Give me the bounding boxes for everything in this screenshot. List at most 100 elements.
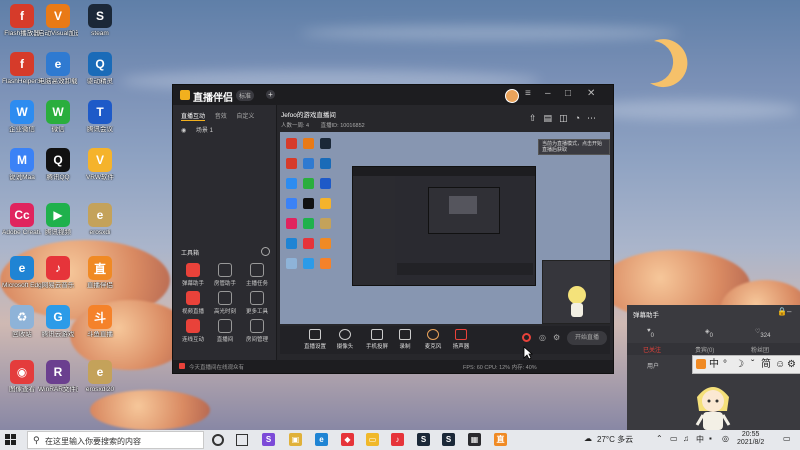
- tool-danmu-assistant[interactable]: 弹幕助手: [178, 263, 208, 287]
- ime-moon-icon[interactable]: ☽: [735, 356, 744, 373]
- more-icon[interactable]: ⋯: [587, 113, 603, 123]
- desktop-icon[interactable]: V 启动Visual加速: [38, 4, 78, 37]
- tab-live-interaction[interactable]: 直播互动: [181, 114, 206, 121]
- taskbar-app-dark[interactable]: ▦: [468, 433, 481, 446]
- volume-icon[interactable]: ♫: [683, 434, 689, 443]
- lock-icon[interactable]: 🔒: [777, 307, 787, 316]
- share-icon[interactable]: ⇧: [529, 113, 544, 123]
- info-icon[interactable]: ◎: [539, 333, 546, 342]
- tray-app-icon[interactable]: ▪: [709, 434, 712, 443]
- minimize-icon[interactable]: –: [787, 307, 791, 316]
- desktop-icon[interactable]: e 电脑高效卸载: [38, 52, 78, 85]
- ime-lang-indicator[interactable]: 中: [696, 434, 704, 445]
- taskbar-music-icon[interactable]: ♪: [391, 433, 404, 446]
- gear-icon[interactable]: ⚙: [553, 333, 560, 342]
- add-icon[interactable]: +: [266, 90, 275, 99]
- camera-button[interactable]: 摄像头: [332, 329, 358, 350]
- desktop-icon[interactable]: T 腾讯会议: [80, 100, 120, 133]
- tab-fan-club[interactable]: 粉丝团: [751, 345, 769, 354]
- speaker-button[interactable]: 扬声器: [448, 329, 474, 350]
- weather-icon[interactable]: ☁: [584, 434, 592, 443]
- maximize-icon[interactable]: □: [565, 88, 571, 99]
- live-settings-button[interactable]: 直播设置: [302, 329, 328, 350]
- desktop-icon[interactable]: Q 驱动精灵: [80, 52, 120, 85]
- taskbar-steam2-icon[interactable]: S: [442, 433, 455, 446]
- taskbar-app-red[interactable]: ◆: [341, 433, 354, 446]
- taskbar-edge-icon[interactable]: e: [315, 433, 328, 446]
- taskbar-steam-icon[interactable]: S: [417, 433, 430, 446]
- taskbar-store-icon[interactable]: ▣: [289, 433, 302, 446]
- desktop-icon[interactable]: ◉ 图像查看: [2, 360, 42, 393]
- bell-icon[interactable]: ◔: [575, 113, 587, 123]
- ime-simplified[interactable]: 简: [761, 356, 771, 373]
- tool-streamer-tasks[interactable]: 主播任务: [242, 263, 272, 287]
- cortana-icon[interactable]: [212, 434, 224, 446]
- tray-expand-icon[interactable]: ⌃: [656, 434, 663, 443]
- menu-icon[interactable]: ≡: [525, 88, 531, 99]
- scene-row[interactable]: ◉ 场景 1: [181, 125, 213, 134]
- taskbar-app-s[interactable]: S: [262, 433, 275, 446]
- user-avatar[interactable]: [505, 89, 519, 103]
- phone-cast-button[interactable]: 手机投屏: [364, 329, 390, 350]
- tab-following[interactable]: 已关注: [643, 345, 661, 354]
- desktop-icon[interactable]: W 企业微信: [2, 100, 42, 133]
- ime-toolbar[interactable]: 中 ° ☽ ˇ 简 ☺ ⚙: [692, 355, 800, 374]
- taskbar-search[interactable]: ⚲ 在这里输入你要搜索的内容: [27, 431, 204, 449]
- desktop-icon[interactable]: M 说说Maa: [2, 148, 42, 181]
- desktop-icon[interactable]: ♻ 回收站: [2, 305, 42, 338]
- ime-settings-icon[interactable]: ⚙: [787, 356, 796, 373]
- desktop-icon[interactable]: Q 腾讯QQ: [38, 148, 78, 181]
- tool-more[interactable]: 更多工具: [242, 291, 272, 315]
- close-icon[interactable]: ✕: [587, 88, 595, 99]
- tab-sound[interactable]: 音效: [215, 114, 227, 120]
- tool-room-manager[interactable]: 房管助手: [210, 263, 240, 287]
- desktop-icon[interactable]: 斗斗鱼直播: [80, 305, 120, 338]
- toolbox-settings-icon[interactable]: [261, 247, 270, 256]
- desktop-icon[interactable]: Ssteam: [80, 4, 120, 37]
- layout-icon[interactable]: ◫: [559, 113, 575, 123]
- eye-icon[interactable]: ◉: [181, 128, 186, 134]
- weather-text[interactable]: 27°C 多云: [597, 434, 633, 445]
- desktop-icon[interactable]: Cc Adobe Creati...: [2, 203, 42, 236]
- ime-tone-icon[interactable]: ˇ: [751, 356, 754, 373]
- desktop-icon[interactable]: e erosxdi: [80, 203, 120, 236]
- desktop-icon[interactable]: W 微信: [38, 100, 78, 133]
- tool-highlight[interactable]: 高光时刻: [210, 291, 240, 315]
- desktop-icon[interactable]: e erosxdi20: [80, 360, 120, 393]
- ime-punct-icon[interactable]: °: [723, 356, 727, 373]
- desktop-icon[interactable]: 直直播伴侣: [80, 256, 120, 289]
- windows-start-icon[interactable]: [5, 434, 16, 445]
- tab-custom[interactable]: 自定义: [236, 114, 254, 120]
- taskbar-explorer-icon[interactable]: ▭: [366, 433, 379, 446]
- chart-icon[interactable]: ▤: [544, 113, 560, 123]
- start-live-button[interactable]: 开始直播: [567, 331, 607, 345]
- tool-room-settings[interactable]: 房间管理: [242, 319, 272, 343]
- desktop-icon[interactable]: G 腾讯云游戏: [38, 305, 78, 338]
- live-record-icon[interactable]: [522, 333, 531, 342]
- desktop-icon[interactable]: e Microsoft Edge: [2, 256, 42, 289]
- taskbar-live-icon[interactable]: 直: [494, 433, 507, 446]
- notification-icon[interactable]: ▭: [783, 434, 791, 443]
- desktop-icon[interactable]: f FlashHelperS...: [2, 52, 42, 85]
- desktop-icon[interactable]: V VRW软件: [80, 148, 120, 181]
- microphone-button[interactable]: 麦克风: [420, 329, 446, 350]
- desktop-icon[interactable]: ▶ 腾讯视频: [38, 203, 78, 236]
- network-icon[interactable]: ▭: [670, 434, 678, 443]
- tool-video-live[interactable]: 视频直播: [178, 291, 208, 315]
- live-preview[interactable]: 当前为直播模式，点击开始直播后获取: [280, 132, 610, 324]
- tool-connect[interactable]: 连线互动: [178, 319, 208, 343]
- record-button[interactable]: 录制: [392, 329, 418, 350]
- ime-emoji-icon[interactable]: ☺: [775, 356, 785, 373]
- ime-mode-chinese[interactable]: 中: [709, 356, 719, 373]
- minimize-icon[interactable]: –: [545, 88, 551, 99]
- desktop-icon[interactable]: f Flash播放器: [2, 4, 42, 37]
- tray-app2-icon[interactable]: ◎: [722, 434, 729, 443]
- tab-vip[interactable]: 贵宾(0): [695, 345, 714, 354]
- task-view-icon[interactable]: [236, 434, 248, 446]
- desktop-icon-label: 驱动精灵: [87, 78, 113, 85]
- app-titlebar[interactable]: 直播伴侣 标准 + ≡ – □ ✕: [173, 85, 613, 105]
- desktop-icon[interactable]: R WinRAR文件压缩: [38, 360, 78, 393]
- taskbar-clock[interactable]: 20:55 2021/8/2: [737, 431, 764, 447]
- tool-live-room[interactable]: 直播间: [210, 319, 240, 343]
- desktop-icon[interactable]: ♪ 网易云音乐: [38, 256, 78, 289]
